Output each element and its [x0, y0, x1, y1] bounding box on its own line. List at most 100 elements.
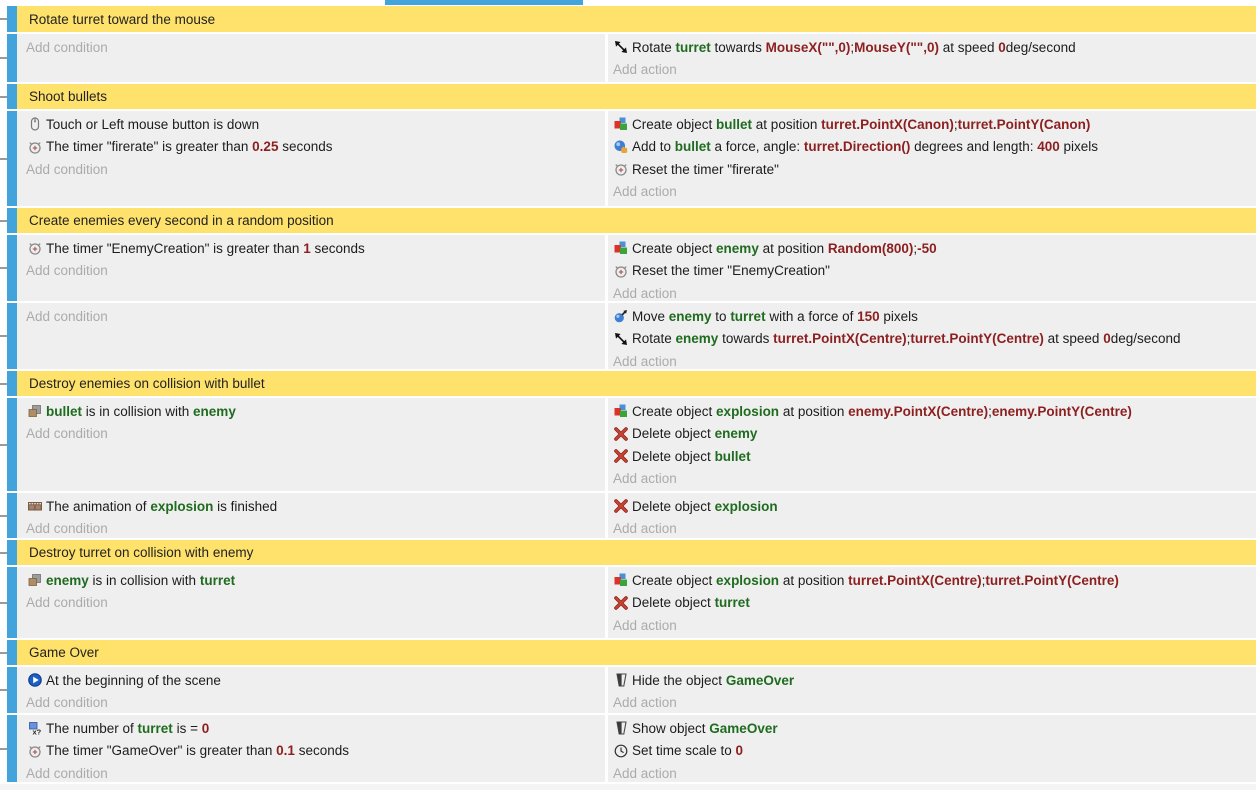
actions-column: Create object explosion at position turr…: [608, 567, 1256, 638]
group-header[interactable]: Create enemies every second in a random …: [17, 208, 1256, 233]
condition-text: The number of turret is = 0: [46, 721, 209, 736]
conditions-column: The animation of explosion is finishedAd…: [17, 493, 605, 538]
condition-row[interactable]: enemy is in collision with turret: [17, 569, 605, 592]
timer-icon: [26, 139, 43, 155]
action-row[interactable]: Move enemy to turret with a force of 150…: [608, 305, 1256, 328]
event-selection-bar[interactable]: [7, 34, 17, 82]
action-row[interactable]: Set time scale to 0: [608, 740, 1256, 763]
event-block: bullet is in collision with enemy Add con…: [0, 398, 1256, 491]
add-action-link[interactable]: Add action: [608, 468, 1256, 491]
event-selection-bar[interactable]: [7, 398, 17, 491]
condition-row[interactable]: The timer "firerate" is greater than 0.2…: [17, 136, 605, 159]
group-selection-bar[interactable]: [7, 640, 17, 665]
add-action-link[interactable]: Add action: [608, 692, 1256, 714]
event-selection-bar[interactable]: [7, 235, 17, 301]
actions-column: Create object enemy at position Random(8…: [608, 235, 1256, 301]
group-block: Destroy enemies on collision with bullet: [0, 371, 1256, 396]
event-selection-bar[interactable]: [7, 715, 17, 782]
group-block: Rotate turret toward the mouse: [0, 6, 1256, 32]
action-row[interactable]: Rotate turret towards MouseX("",0);Mouse…: [608, 36, 1256, 59]
group-header[interactable]: Destroy enemies on collision with bullet: [17, 371, 1256, 396]
action-text: Create object explosion at position turr…: [632, 573, 1119, 588]
condition-row[interactable]: bullet is in collision with enemy: [17, 400, 605, 423]
gutter-tick: [0, 235, 7, 301]
animation-icon: [26, 498, 43, 514]
event-row: bullet is in collision with enemy Add con…: [17, 398, 1256, 491]
conditions-column: bullet is in collision with enemy Add con…: [17, 398, 605, 491]
group-header-label: Game Over: [29, 645, 99, 660]
condition-row[interactable]: Touch or Left mouse button is down: [17, 113, 605, 136]
action-row[interactable]: Add to bullet a force, angle: turret.Dir…: [608, 136, 1256, 159]
add-condition-link[interactable]: Add condition: [17, 423, 605, 446]
add-condition-link[interactable]: Add condition: [17, 518, 605, 539]
event-row: The animation of explosion is finishedAd…: [17, 493, 1256, 538]
object-count-icon: x?: [26, 720, 43, 736]
group-selection-bar[interactable]: [7, 371, 17, 396]
action-text: Create object enemy at position Random(8…: [632, 241, 937, 256]
add-condition-link[interactable]: Add condition: [17, 260, 605, 283]
clock-icon: [612, 743, 629, 759]
group-selection-bar[interactable]: [7, 84, 17, 109]
action-row[interactable]: Delete object explosion: [608, 495, 1256, 518]
create-object-icon: [612, 572, 629, 588]
group-header[interactable]: Rotate turret toward the mouse: [17, 6, 1256, 32]
condition-row[interactable]: The timer "GameOver" is greater than 0.1…: [17, 740, 605, 763]
add-action-link[interactable]: Add action: [608, 282, 1256, 301]
condition-row[interactable]: The animation of explosion is finished: [17, 495, 605, 518]
add-action-link[interactable]: Add action: [608, 181, 1256, 204]
event-selection-bar[interactable]: [7, 567, 17, 638]
event-block: Touch or Left mouse button is down The ti…: [0, 111, 1256, 206]
action-text: Reset the timer "firerate": [632, 162, 779, 177]
event-selection-bar[interactable]: [7, 667, 17, 713]
group-selection-bar[interactable]: [7, 540, 17, 565]
action-text: Delete object explosion: [632, 499, 778, 514]
group-header[interactable]: Destroy turret on collision with enemy: [17, 540, 1256, 565]
event-row: Add conditionMove enemy to turret with a…: [17, 303, 1256, 369]
add-condition-link[interactable]: Add condition: [17, 305, 605, 328]
timer-icon: [612, 161, 629, 177]
event-selection-bar[interactable]: [7, 493, 17, 538]
gutter-tick: [0, 84, 7, 109]
action-row[interactable]: Create object bullet at position turret.…: [608, 113, 1256, 136]
action-row[interactable]: Delete object bullet: [608, 445, 1256, 468]
action-row[interactable]: Create object enemy at position Random(8…: [608, 237, 1256, 260]
action-row[interactable]: Rotate enemy towards turret.PointX(Centr…: [608, 328, 1256, 351]
condition-row[interactable]: At the beginning of the scene: [17, 669, 605, 692]
group-header[interactable]: Game Over: [17, 640, 1256, 665]
add-condition-link[interactable]: Add condition: [17, 762, 605, 782]
action-text: Hide the object GameOver: [632, 673, 794, 688]
event-block: At the beginning of the sceneAdd conditi…: [0, 667, 1256, 713]
event-selection-bar[interactable]: [7, 111, 17, 206]
condition-text: bullet is in collision with enemy: [46, 404, 236, 419]
add-action-link[interactable]: Add action: [608, 350, 1256, 369]
event-selection-bar[interactable]: [7, 303, 17, 369]
gutter-tick: [0, 303, 7, 369]
timer-icon: [612, 263, 629, 279]
action-row[interactable]: Create object explosion at position enem…: [608, 400, 1256, 423]
group-block: Game Over: [0, 640, 1256, 665]
group-selection-bar[interactable]: [7, 6, 17, 32]
condition-row[interactable]: x?The number of turret is = 0: [17, 717, 605, 740]
action-row[interactable]: Reset the timer "firerate": [608, 158, 1256, 181]
add-action-link[interactable]: Add action: [608, 614, 1256, 637]
action-row[interactable]: Show object GameOver: [608, 717, 1256, 740]
action-row[interactable]: Delete object enemy: [608, 423, 1256, 446]
action-row[interactable]: Hide the object GameOver: [608, 669, 1256, 692]
add-condition-link[interactable]: Add condition: [17, 592, 605, 615]
condition-row[interactable]: The timer "EnemyCreation" is greater tha…: [17, 237, 605, 260]
action-row[interactable]: Create object explosion at position turr…: [608, 569, 1256, 592]
action-row[interactable]: Reset the timer "EnemyCreation": [608, 260, 1256, 283]
group-header[interactable]: Shoot bullets: [17, 84, 1256, 109]
rotate-icon: [612, 39, 629, 55]
action-row[interactable]: Delete object turret: [608, 592, 1256, 615]
condition-text: The timer "firerate" is greater than 0.2…: [46, 139, 333, 154]
conditions-column: Add condition: [17, 303, 605, 369]
add-condition-link[interactable]: Add condition: [17, 158, 605, 181]
conditions-column: x?The number of turret is = 0The timer "…: [17, 715, 605, 782]
add-condition-link[interactable]: Add condition: [17, 36, 605, 59]
add-action-link[interactable]: Add action: [608, 762, 1256, 782]
add-action-link[interactable]: Add action: [608, 518, 1256, 539]
add-condition-link[interactable]: Add condition: [17, 692, 605, 714]
add-action-link[interactable]: Add action: [608, 59, 1256, 82]
group-selection-bar[interactable]: [7, 208, 17, 233]
